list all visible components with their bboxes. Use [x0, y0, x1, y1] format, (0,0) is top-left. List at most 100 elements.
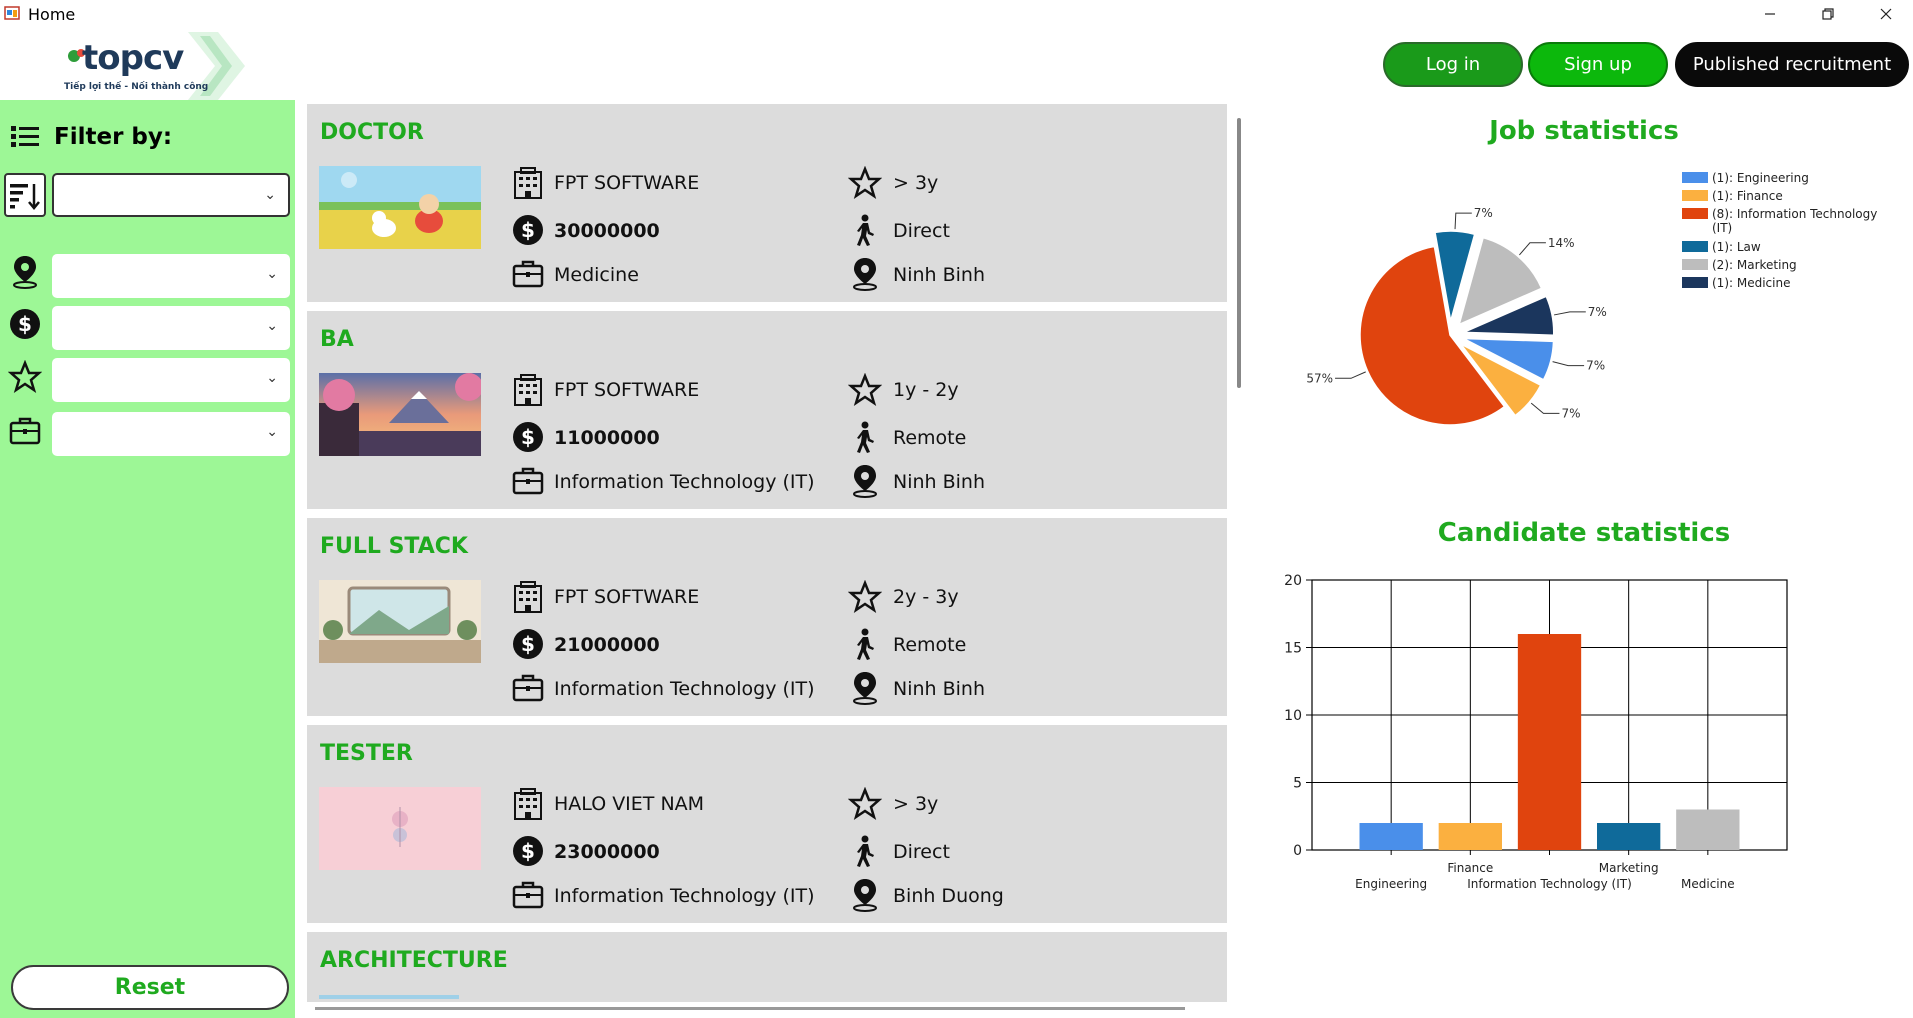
publish-recruitment-button[interactable]: Published recruitment: [1675, 42, 1909, 87]
location-pin-icon: [848, 877, 882, 912]
restore-button[interactable]: [1800, 0, 1856, 28]
bar: [1517, 634, 1582, 850]
briefcase-icon: [511, 256, 545, 290]
job-field: Information Technology (IT): [554, 885, 815, 907]
reset-button[interactable]: Reset: [11, 965, 289, 1010]
dollar-icon: $: [511, 627, 545, 661]
star-icon: [847, 372, 883, 407]
briefcase-icon: [9, 417, 41, 445]
building-icon: [511, 580, 545, 614]
company-name: HALO VIET NAM: [554, 793, 705, 815]
walking-person-icon: [848, 627, 882, 661]
job-location: Ninh Binh: [893, 264, 986, 286]
job-title: FULL STACK: [320, 534, 468, 559]
svg-text:$: $: [521, 839, 535, 863]
job-statistics-title: Job statistics: [1489, 116, 1679, 146]
candidate-statistics-title: Candidate statistics: [1437, 518, 1731, 548]
chevron-down-icon: ⌄: [266, 318, 278, 334]
minimize-button[interactable]: [1742, 0, 1798, 28]
bar: [1597, 823, 1661, 850]
experience: 1y - 2y: [893, 379, 959, 401]
experience: 2y - 3y: [893, 586, 959, 608]
svg-text:$: $: [18, 312, 32, 336]
y-tick-label: 15: [1284, 641, 1302, 657]
job-field: Information Technology (IT): [554, 678, 815, 700]
star-icon: [8, 360, 42, 393]
job-thumbnail: [319, 787, 481, 870]
company-name: FPT SOFTWARE: [554, 379, 700, 401]
close-button[interactable]: [1858, 0, 1913, 28]
job-list-vertical-scrollbar[interactable]: [1237, 118, 1241, 388]
job-card[interactable]: TESTER HALO VIET NAM $ 23000000 Informat…: [307, 725, 1227, 923]
job-title: BA: [320, 327, 354, 352]
legend-swatch: [1682, 259, 1708, 270]
logo-text: topcv: [82, 38, 184, 78]
close-icon: [1880, 8, 1892, 20]
svg-text:$: $: [521, 218, 535, 242]
job-card[interactable]: FULL STACK FPT SOFTWARE $ 21000000 Infor…: [307, 518, 1227, 716]
window-titlebar: Home: [0, 0, 1913, 28]
legend-entry: (1): Medicine: [1682, 276, 1790, 290]
walking-person-icon: [848, 834, 882, 868]
salary-select[interactable]: ⌄: [52, 306, 290, 350]
job-card[interactable]: ARCHITECTURE: [307, 932, 1227, 1002]
pie-leader-line: [1454, 212, 1472, 230]
sort-icon: [10, 184, 40, 210]
dollar-icon: $: [511, 213, 545, 247]
legend-label: (2): Marketing: [1712, 258, 1797, 272]
candidate-statistics-bar-chart: 0 5 10 15 20 Engineering Finance Information Te…: [1284, 573, 1788, 891]
building-icon: [511, 373, 545, 407]
job-field: Medicine: [554, 264, 639, 286]
work-type: Remote: [893, 634, 967, 656]
job-location: Binh Duong: [893, 885, 1004, 907]
star-icon: [847, 786, 883, 821]
bar: [1438, 823, 1502, 850]
job-location: Ninh Binh: [893, 471, 986, 493]
job-title: TESTER: [320, 741, 413, 766]
login-button[interactable]: Log in: [1383, 42, 1523, 87]
job-card[interactable]: BA FPT SOFTWARE $ 11000000 Information T…: [307, 311, 1227, 509]
pie-leader-line: [1553, 311, 1586, 316]
work-type: Direct: [893, 841, 950, 863]
location-pin-icon: [848, 670, 882, 705]
legend-swatch: [1682, 190, 1708, 201]
salary: 23000000: [554, 841, 660, 863]
work-type: Direct: [893, 220, 950, 242]
job-card[interactable]: DOCTOR FPT SOFTWARE $ 30000000 Medicine …: [307, 104, 1227, 302]
pie-leader-line: [1552, 361, 1585, 367]
legend-entry: (8): Information Technology(IT): [1682, 207, 1877, 235]
experience-select[interactable]: ⌄: [52, 358, 290, 402]
filter-sidebar: [0, 100, 295, 1018]
x-tick-label: Information Technology (IT): [1467, 877, 1632, 891]
legend-swatch: [1682, 277, 1708, 288]
job-statistics-pie-chart: 7% 14% 7% 7% 7% 57% (1): Engineering (1): Finan…: [1306, 171, 1877, 426]
salary: 11000000: [554, 427, 660, 449]
list-icon: [11, 126, 39, 147]
job-list-horizontal-scrollbar[interactable]: [315, 1007, 1185, 1010]
field-select[interactable]: ⌄: [52, 412, 290, 456]
y-tick-label: 0: [1293, 843, 1302, 859]
location-select[interactable]: ⌄: [52, 254, 290, 298]
restore-icon: [1822, 8, 1834, 20]
topcv-logo[interactable]: topcv Tiếp lợi thế - Nối thành công: [60, 32, 245, 100]
job-title: DOCTOR: [320, 120, 424, 145]
legend-swatch: [1682, 241, 1708, 252]
pie-leader-line: [1335, 371, 1366, 379]
sort-select[interactable]: ⌄: [52, 173, 290, 217]
legend-label: (1): Medicine: [1712, 276, 1790, 290]
company-name: FPT SOFTWARE: [554, 172, 700, 194]
building-icon: [511, 787, 545, 821]
walking-person-icon: [848, 420, 882, 454]
signup-button[interactable]: Sign up: [1528, 42, 1668, 87]
location-pin-icon: [848, 256, 882, 291]
sort-button[interactable]: [4, 173, 46, 217]
legend-swatch: [1682, 208, 1708, 219]
salary: 30000000: [554, 220, 660, 242]
y-tick-label: 5: [1293, 776, 1302, 792]
briefcase-icon: [511, 877, 545, 911]
svg-text:$: $: [521, 425, 535, 449]
pie-leader-line: [1530, 402, 1560, 414]
legend-label: (1): Engineering: [1712, 171, 1809, 185]
x-tick-label: Finance: [1447, 861, 1493, 875]
job-field: Information Technology (IT): [554, 471, 815, 493]
